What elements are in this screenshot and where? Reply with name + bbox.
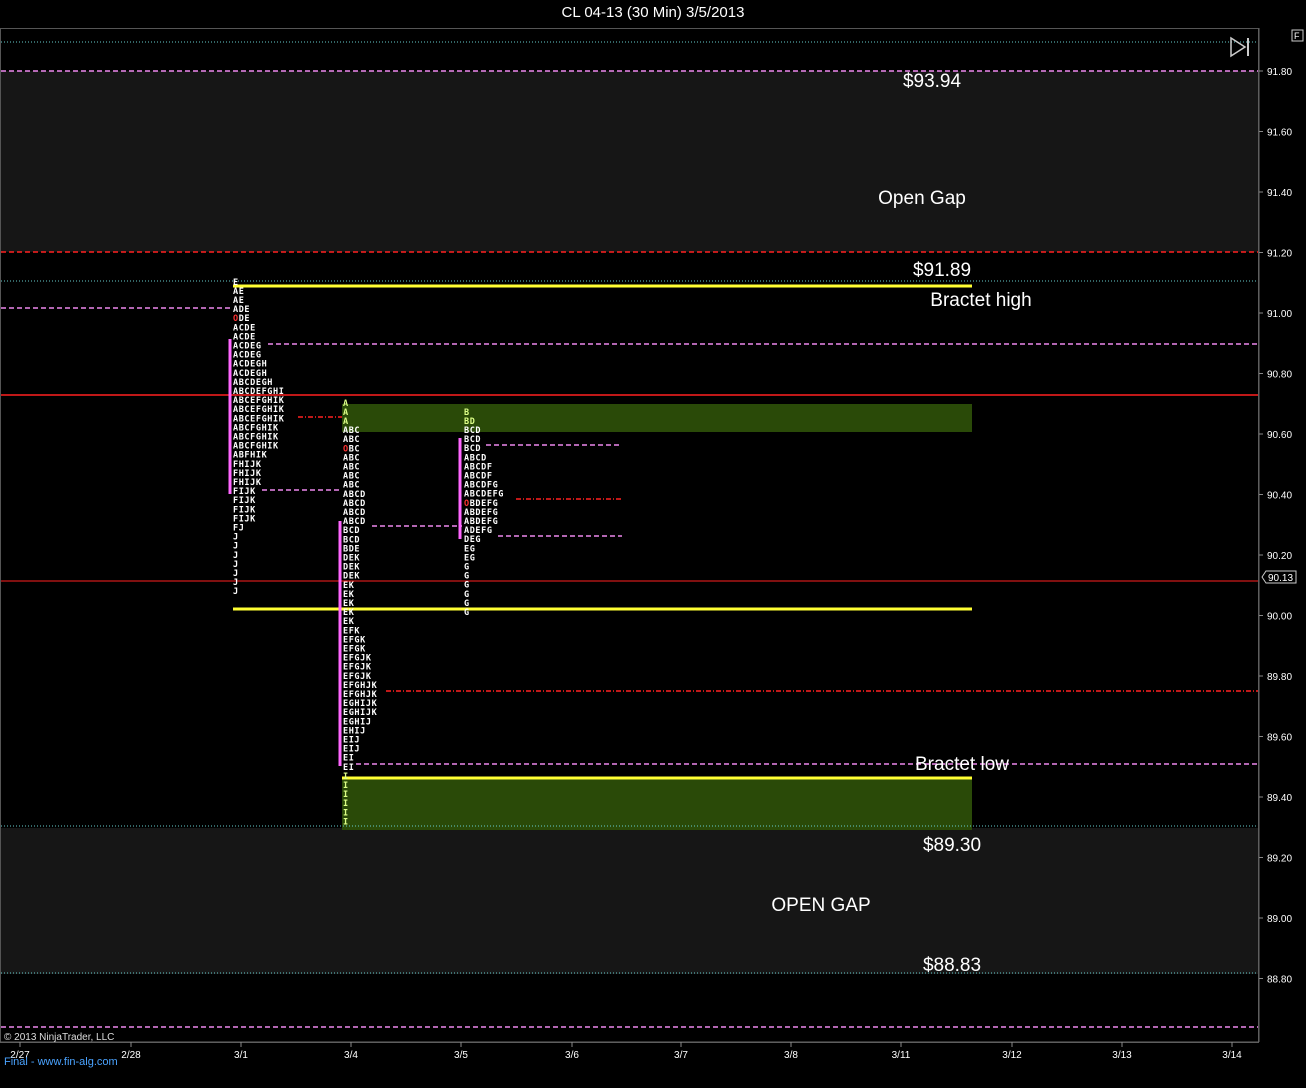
svg-text:F: F (1294, 31, 1300, 41)
watermark-link[interactable]: Final - www.fin-alg.com (4, 1056, 118, 1068)
tpo-profiles: EAEAEADEODEACDEACDEACDEGACDEGACDEGHACDEG… (233, 278, 503, 828)
tpo-row: I (343, 817, 349, 827)
y-tick-label: 90.40 (1267, 491, 1292, 502)
x-axis-ticks: 2/27 2/28 3/1 3/4 3/5 3/6 3/7 3/8 3/11 3/12 3/13 3/… (10, 1042, 1242, 1061)
x-tick-label: 3/5 (454, 1050, 468, 1061)
tpo-row: G (464, 608, 470, 618)
y-tick-label: 91.20 (1267, 249, 1292, 260)
bracket-high-price: $91.89 (913, 260, 971, 281)
tpo-column-3-5: BBDBCDBCDBCDABCDABCDFABCDFABCDFGABCDEFGO… (464, 408, 503, 618)
y-tick-label: 90.60 (1267, 430, 1292, 441)
y-tick-label: 89.00 (1267, 914, 1292, 925)
x-tick-label: 3/1 (234, 1050, 248, 1061)
gap-top-price: $93.94 (903, 71, 962, 92)
copyright-text: © 2013 NinjaTrader, LLC (4, 1032, 114, 1043)
y-tick-label: 91.00 (1267, 309, 1292, 320)
x-tick-label: 3/13 (1112, 1050, 1132, 1061)
lower-open-gap-band (1, 828, 1258, 974)
x-tick-label: 2/28 (121, 1050, 141, 1061)
bracket-low-label: Bractet low (915, 754, 1009, 775)
current-price-label: 90.13 (1268, 573, 1293, 584)
y-axis-ticks: 91.80 91.60 91.40 91.20 91.00 90.80 90.60 90.40… (1259, 67, 1292, 986)
tpo-column-3-1: EAEAEADEODEACDEACDEACDEGACDEGACDEGHACDEG… (233, 278, 284, 597)
chart-area[interactable]: E AE AE ADE ODE ACDE ACDE ACDEG ACDEG ACDEGH ACDEG… (0, 28, 1306, 1088)
tpo-column-3-4: AAAABCABCOBCABCABCABCABCABCDABCDABCDABCD… (343, 399, 377, 828)
y-tick-label: 91.80 (1267, 67, 1292, 78)
upper-value-area-box (342, 404, 972, 432)
y-tick-label: 90.20 (1267, 551, 1292, 562)
play-to-end-icon[interactable] (1230, 36, 1249, 58)
x-tick-label: 3/11 (892, 1050, 911, 1061)
y-tick-label: 91.60 (1267, 128, 1292, 139)
gap-lower-price-1: $89.30 (923, 835, 981, 856)
x-tick-label: 3/14 (1222, 1050, 1242, 1061)
bracket-high-label: Bractet high (930, 290, 1031, 311)
lower-value-area-box (342, 778, 972, 830)
tpo-row: J (233, 587, 239, 597)
x-tick-label: 3/8 (784, 1050, 798, 1061)
y-tick-label: 90.00 (1267, 612, 1292, 623)
f-button[interactable]: F (1291, 29, 1304, 42)
open-gap-lower-label: OPEN GAP (771, 895, 870, 916)
x-tick-label: 3/7 (674, 1050, 688, 1061)
y-tick-label: 89.60 (1267, 733, 1292, 744)
chart-title-bar: CL 04-13 (30 Min) 3/5/2013 (0, 0, 1306, 28)
current-price-marker: 90.13 (1261, 570, 1297, 584)
y-tick-label: 89.40 (1267, 793, 1292, 804)
open-gap-upper-label: Open Gap (878, 188, 966, 209)
y-tick-label: 89.80 (1267, 672, 1292, 683)
y-tick-label: 91.40 (1267, 188, 1292, 199)
gap-lower-price-2: $88.83 (923, 955, 981, 976)
x-tick-label: 3/6 (565, 1050, 579, 1061)
market-profile-chart[interactable]: EAEAEADEODEACDEACDEACDEGACDEGACDEGHACDEG… (0, 28, 1306, 1088)
x-tick-label: 3/12 (1002, 1050, 1022, 1061)
chart-title: CL 04-13 (30 Min) 3/5/2013 (561, 4, 745, 21)
y-tick-label: 88.80 (1267, 975, 1292, 986)
y-tick-label: 90.80 (1267, 370, 1292, 381)
upper-open-gap-band (1, 71, 1258, 252)
y-tick-label: 89.20 (1267, 854, 1292, 865)
x-tick-label: 3/4 (344, 1050, 358, 1061)
